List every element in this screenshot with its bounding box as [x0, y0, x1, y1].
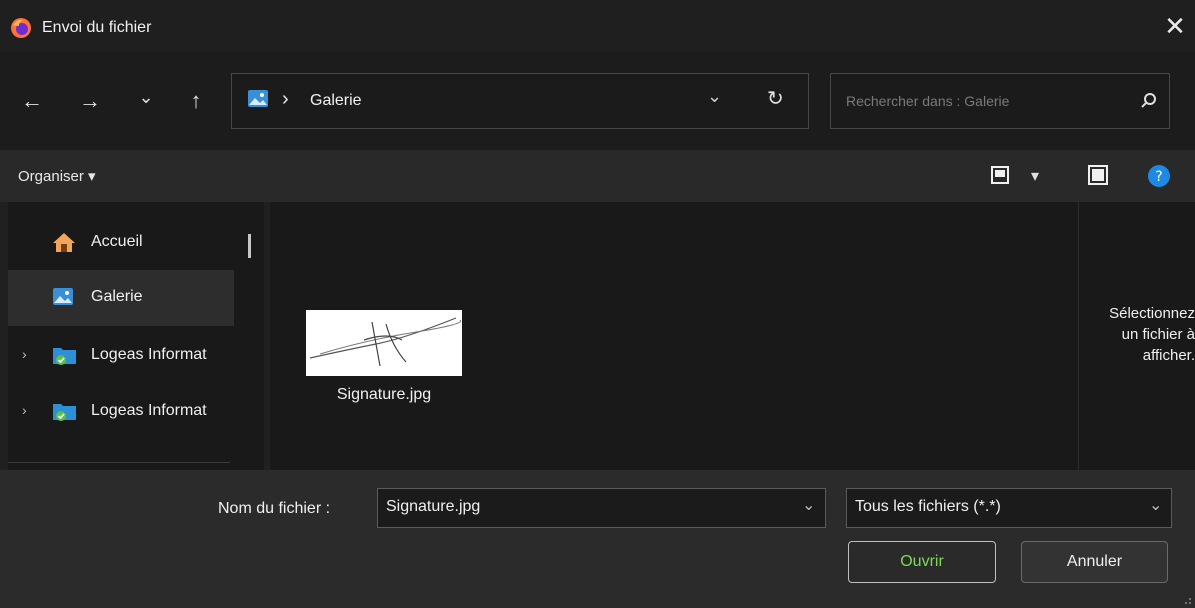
file-item[interactable]: Signature.jpg	[296, 300, 476, 430]
preview-message: Sélectionnez un fichier à afficher.	[1084, 303, 1195, 366]
close-button[interactable]: ✕	[1160, 8, 1190, 44]
gallery-icon	[248, 90, 268, 107]
preview-line: Sélectionnez	[1109, 305, 1195, 322]
address-bar[interactable]: › Galerie ⌄ ↻	[231, 73, 809, 129]
breadcrumb-galerie[interactable]: Galerie	[310, 92, 362, 110]
file-dialog: Envoi du fichier ✕ ← → ⌄ ↑ › Galerie ⌄ ↻…	[0, 0, 1195, 608]
file-type-value: Tous les fichiers (*.*)	[855, 498, 1001, 515]
folder-check-icon	[53, 348, 76, 365]
preview-pane-icon[interactable]	[1087, 164, 1109, 186]
folder-check-icon	[53, 404, 76, 421]
search-placeholder: Rechercher dans : Galerie	[846, 93, 1010, 109]
filename-dropdown-button[interactable]: ⌄	[802, 495, 815, 515]
signature-thumbnail	[306, 310, 462, 376]
recent-locations-button[interactable]: ⌄	[130, 81, 162, 113]
command-toolbar	[0, 150, 1195, 202]
up-button[interactable]: ↑	[180, 85, 212, 117]
chevron-down-icon: ⌄	[1149, 497, 1163, 514]
file-type-select[interactable]: Tous les fichiers (*.*) ⌄	[846, 488, 1172, 528]
sidebar-item-label: Logeas Informat	[91, 402, 207, 419]
sidebar-scrollbar[interactable]	[248, 234, 251, 258]
filename-input[interactable]: Signature.jpg ⌄	[377, 488, 826, 528]
expand-chevron-icon[interactable]: ›	[22, 402, 27, 418]
filename-value: Signature.jpg	[386, 498, 481, 515]
view-mode-icon[interactable]	[990, 165, 1010, 185]
sidebar-item-logeas-2[interactable]: › Logeas Informat	[8, 384, 234, 440]
address-dropdown-button[interactable]: ⌄	[707, 86, 722, 107]
back-button[interactable]: ←	[16, 85, 48, 117]
expand-chevron-icon[interactable]: ›	[22, 346, 27, 362]
home-icon	[53, 233, 75, 252]
gallery-icon	[53, 288, 73, 305]
breadcrumb-separator: ›	[282, 88, 289, 110]
organiser-menu[interactable]: Organiser ▾	[18, 167, 96, 185]
cancel-button[interactable]: Annuler	[1021, 541, 1168, 583]
sidebar-item-accueil[interactable]: Accueil	[8, 214, 234, 270]
window-title: Envoi du fichier	[42, 19, 152, 36]
open-button[interactable]: Ouvrir	[848, 541, 996, 583]
sidebar-divider	[8, 462, 230, 463]
sidebar-item-label: Logeas Informat	[91, 346, 207, 363]
view-dropdown-button[interactable]: ▾	[1031, 166, 1039, 186]
resize-grip-icon[interactable]	[1180, 593, 1192, 605]
preview-line: afficher.	[1142, 347, 1195, 364]
sidebar-item-label: Galerie	[91, 288, 143, 305]
filename-label: Nom du fichier :	[218, 500, 331, 517]
firefox-icon	[11, 18, 31, 38]
help-icon[interactable]: ?	[1147, 164, 1171, 188]
svg-text:?: ?	[1155, 169, 1162, 185]
sidebar-item-galerie[interactable]: Galerie	[8, 270, 234, 326]
refresh-button[interactable]: ↻	[767, 86, 784, 111]
preview-line: un fichier à	[1121, 326, 1195, 343]
file-name: Signature.jpg	[336, 386, 432, 403]
search-icon[interactable]	[1140, 92, 1158, 110]
sidebar-item-label: Accueil	[91, 233, 143, 250]
title-bar: Envoi du fichier ✕	[0, 0, 1195, 52]
sidebar-item-logeas-1[interactable]: › Logeas Informat	[8, 328, 234, 384]
forward-button[interactable]: →	[74, 85, 106, 117]
